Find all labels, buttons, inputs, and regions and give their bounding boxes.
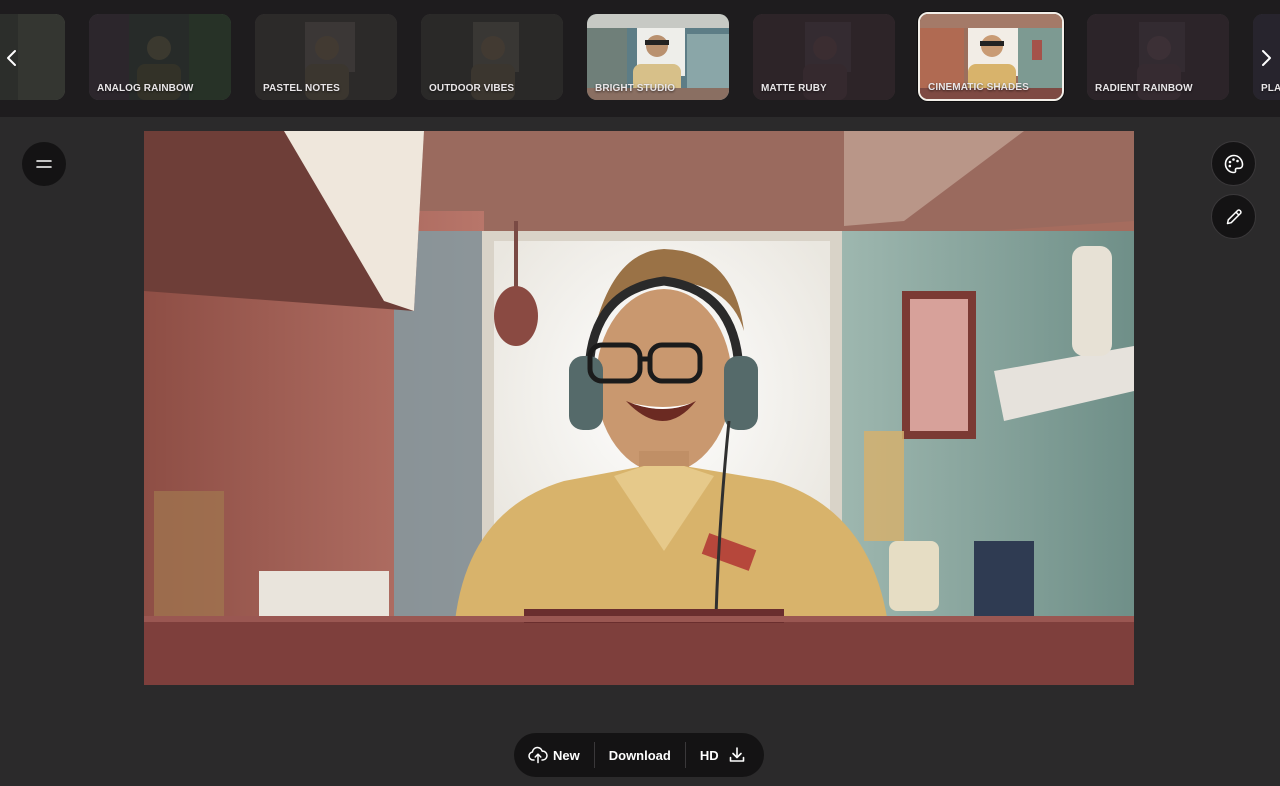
new-button[interactable]: New	[528, 746, 580, 764]
palette-icon	[1224, 154, 1243, 173]
style-thumb-label: OUTDOOR VIBES	[429, 83, 515, 94]
action-bar: New Download HD	[514, 733, 764, 777]
new-label: New	[553, 747, 580, 763]
scroll-right-button[interactable]	[1254, 38, 1278, 78]
style-thumb-matte-ruby[interactable]: MATTE RUBY	[753, 14, 895, 100]
style-thumb-label: RADIENT RAINBOW	[1095, 83, 1193, 94]
generated-image	[144, 131, 1134, 685]
style-thumb-label: BRIGHT STUDIO	[595, 83, 676, 94]
divider	[684, 742, 686, 768]
edit-button[interactable]	[1211, 194, 1256, 239]
download-button[interactable]: Download	[609, 748, 671, 763]
download-label: Download	[608, 747, 671, 763]
cloud-upload-icon	[528, 746, 548, 764]
chevron-right-icon	[1262, 50, 1271, 66]
style-thumb-outdoor-vibes[interactable]: OUTDOOR VIBES	[421, 14, 563, 100]
palette-button[interactable]	[1211, 141, 1256, 186]
scroll-left-button[interactable]	[0, 38, 24, 78]
style-thumb-pastel-notes[interactable]: PASTEL NOTES	[255, 14, 397, 100]
hd-label: HD	[699, 747, 719, 763]
style-thumb-analog-rainbow[interactable]: ANALOG RAINBOW	[89, 14, 231, 100]
style-thumb-label: CINEMATIC SHADES	[928, 82, 1029, 93]
style-thumb-radient-rainbow[interactable]: RADIENT RAINBOW	[1087, 14, 1229, 100]
hd-download-button[interactable]: HD	[700, 746, 746, 764]
divider	[593, 742, 595, 768]
style-strip: ANALOG RAINBOW PASTEL NOTES OUTDOOR VIBE…	[0, 0, 1280, 117]
style-thumb-label: ANALOG RAINBOW	[97, 83, 194, 94]
portrait-illustration	[144, 131, 1134, 685]
style-thumb-cinematic-shades[interactable]: CINEMATIC SHADES	[918, 12, 1064, 101]
menu-button[interactable]	[22, 142, 66, 186]
chevron-left-icon	[7, 50, 16, 66]
pencil-icon	[1226, 208, 1242, 224]
hamburger-icon	[36, 160, 52, 168]
style-thumb-label: PLAY	[1261, 83, 1280, 94]
style-thumb-bright-studio[interactable]: BRIGHT STUDIO	[587, 14, 729, 100]
style-thumb-label: PASTEL NOTES	[263, 83, 340, 94]
download-icon	[729, 747, 744, 762]
style-thumb-label: MATTE RUBY	[761, 83, 827, 94]
